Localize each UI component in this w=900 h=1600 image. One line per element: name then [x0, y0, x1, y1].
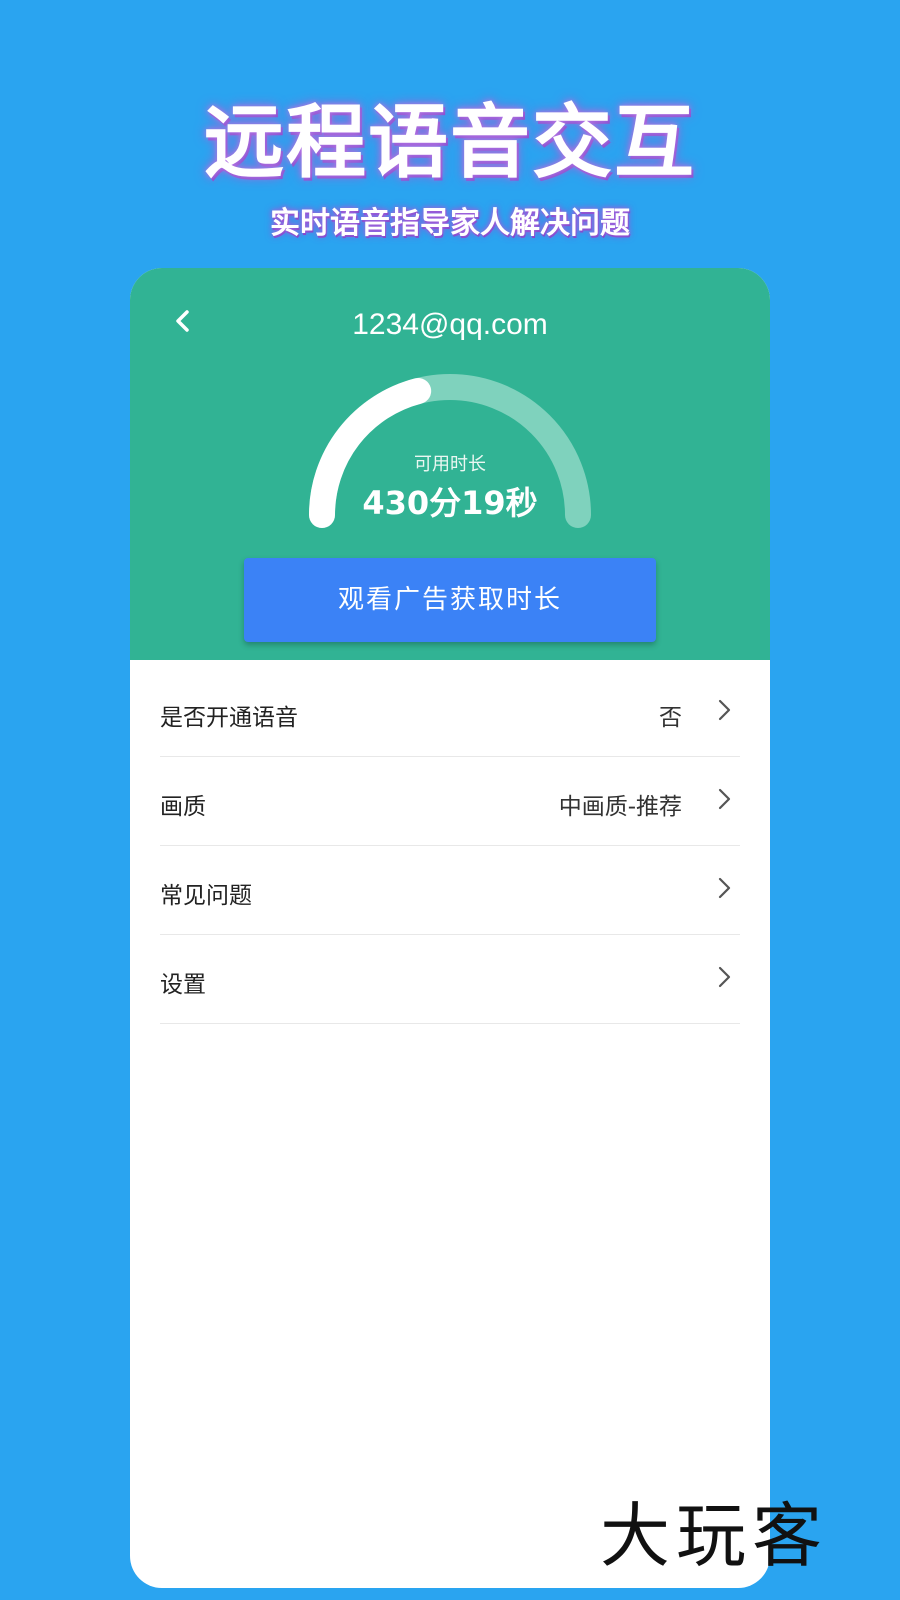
brand-watermark: 大玩客	[600, 1495, 828, 1577]
usage-header: 1234@qq.com 可用时长 430分19秒 观看广告获取时长	[130, 268, 770, 660]
promo-title: 远程语音交互	[204, 96, 696, 189]
phone-screen: 1234@qq.com 可用时长 430分19秒 观看广告获取时长 是否开通语音…	[130, 268, 770, 1588]
list-item-label: 设置	[160, 972, 206, 998]
chevron-right-icon	[718, 877, 731, 899]
list-item-label: 是否开通语音	[160, 705, 298, 731]
chevron-right-icon	[718, 788, 731, 810]
gauge-label: 可用时长	[414, 454, 486, 475]
account-title: 1234@qq.com	[352, 308, 548, 341]
list-item-label: 画质	[160, 794, 206, 820]
settings-list: 是否开通语音 否 画质 中画质-推荐 常见问题 设置	[160, 668, 740, 1024]
list-item-value: 否	[659, 705, 682, 731]
list-item-voice-enabled[interactable]: 是否开通语音 否	[160, 668, 740, 757]
chevron-right-icon	[718, 966, 731, 988]
list-item-settings[interactable]: 设置	[160, 935, 740, 1024]
gauge-value: 430分19秒	[362, 484, 538, 522]
list-item-value: 中画质-推荐	[558, 794, 682, 820]
watch-ad-button[interactable]: 观看广告获取时长	[244, 558, 656, 642]
chevron-right-icon	[718, 699, 731, 721]
list-item-quality[interactable]: 画质 中画质-推荐	[160, 757, 740, 846]
promo-subtitle: 实时语音指导家人解决问题	[270, 206, 630, 241]
list-item-label: 常见问题	[160, 883, 252, 909]
list-item-faq[interactable]: 常见问题	[160, 846, 740, 935]
